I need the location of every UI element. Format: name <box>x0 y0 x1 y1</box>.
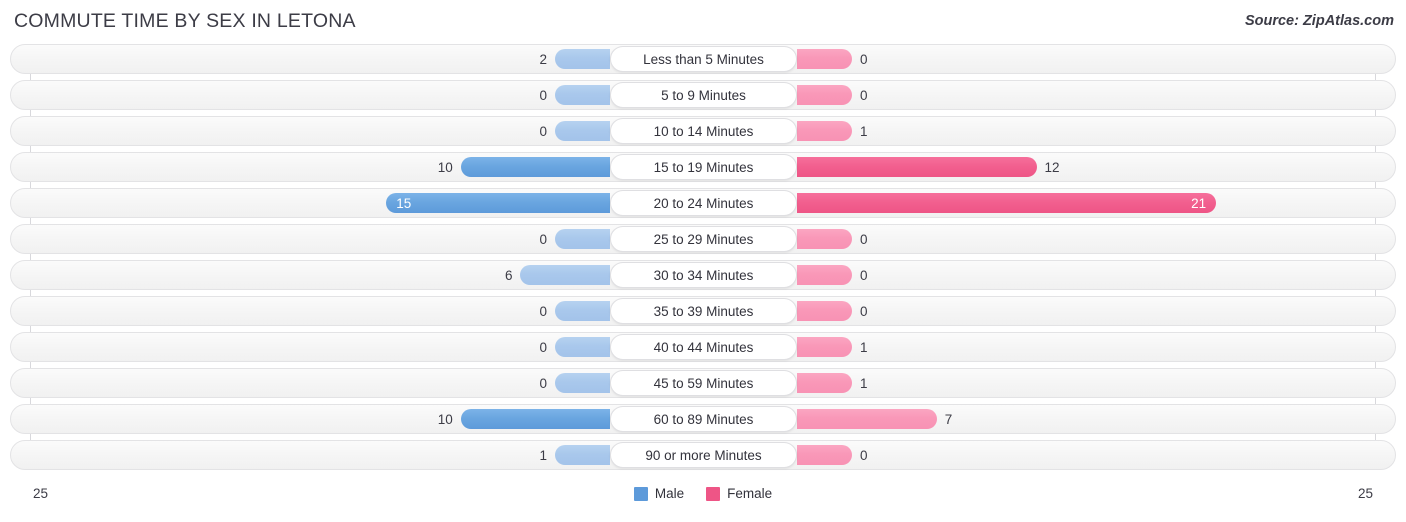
male-bar[interactable] <box>520 265 610 285</box>
female-value-label: 1 <box>860 340 868 355</box>
male-value-label: 2 <box>539 52 547 67</box>
category-label[interactable]: 20 to 24 Minutes <box>610 190 797 216</box>
male-value-label: 6 <box>504 268 513 283</box>
male-bar[interactable] <box>555 49 610 69</box>
male-value-label: 0 <box>539 304 547 319</box>
bar-row-bars: 0 0 5 to 9 Minutes <box>11 81 1395 109</box>
male-value-label: 0 <box>539 88 547 103</box>
category-label[interactable]: 60 to 89 Minutes <box>610 406 797 432</box>
legend-label: Female <box>727 486 773 501</box>
male-bar[interactable] <box>555 445 610 465</box>
male-bar[interactable] <box>460 157 610 177</box>
male-bar[interactable] <box>460 409 610 429</box>
female-bar[interactable] <box>797 49 852 69</box>
female-bar[interactable] <box>797 157 1037 177</box>
chart-footer: 25 25 Male Female <box>0 484 1406 522</box>
male-value-label: 10 <box>437 160 453 175</box>
male-value-label: 0 <box>539 124 547 139</box>
source-attribution: Source: ZipAtlas.com <box>1244 13 1394 29</box>
female-value-label: 1 <box>860 124 868 139</box>
bar-row-bars: 1 0 90 or more Minutes <box>11 441 1395 469</box>
female-bar[interactable] <box>797 373 852 393</box>
male-bar[interactable] <box>555 301 610 321</box>
bar-row-bars: 0 1 40 to 44 Minutes <box>11 333 1395 361</box>
female-bar[interactable] <box>797 265 852 285</box>
bar-rows: 2 0 Less than 5 Minutes 0 0 5 to 9 Minutes 0 1 1… <box>0 44 1406 476</box>
category-label[interactable]: 5 to 9 Minutes <box>610 82 797 108</box>
bar-row[interactable]: 0 0 35 to 39 Minutes <box>10 296 1396 326</box>
category-label[interactable]: 25 to 29 Minutes <box>610 226 797 252</box>
male-bar[interactable] <box>555 229 610 249</box>
male-bar[interactable] <box>555 373 610 393</box>
female-value-label: 0 <box>860 52 868 67</box>
category-label[interactable]: 10 to 14 Minutes <box>610 118 797 144</box>
bar-row-bars: 10 12 15 to 19 Minutes <box>11 153 1395 181</box>
legend-item[interactable]: Female <box>706 486 772 501</box>
male-bar[interactable] <box>386 193 610 213</box>
female-bar[interactable] <box>797 409 937 429</box>
legend-swatch-icon <box>706 486 721 501</box>
male-value-label: 0 <box>539 340 547 355</box>
bar-row[interactable]: 2 0 Less than 5 Minutes <box>10 44 1396 74</box>
male-bar[interactable] <box>555 337 610 357</box>
male-bar[interactable] <box>555 85 610 105</box>
category-label[interactable]: 90 or more Minutes <box>610 442 797 468</box>
bar-row[interactable]: 0 0 25 to 29 Minutes <box>10 224 1396 254</box>
male-value-label: 10 <box>437 412 453 427</box>
category-label[interactable]: 35 to 39 Minutes <box>610 298 797 324</box>
female-value-label: 7 <box>944 412 953 427</box>
male-bar[interactable] <box>555 121 610 141</box>
female-bar[interactable] <box>797 229 852 249</box>
bar-row[interactable]: 10 7 60 to 89 Minutes <box>10 404 1396 434</box>
male-value-label: 0 <box>539 376 547 391</box>
female-value-label: 0 <box>860 268 868 283</box>
female-value-label: 0 <box>860 232 868 247</box>
female-value-label: 1 <box>860 376 868 391</box>
female-bar[interactable] <box>797 121 852 141</box>
female-bar[interactable] <box>797 193 1217 213</box>
bar-row-bars: 0 0 35 to 39 Minutes <box>11 297 1395 325</box>
bar-row[interactable]: 10 12 15 to 19 Minutes <box>10 152 1396 182</box>
bar-row[interactable]: 15 21 20 to 24 Minutes <box>10 188 1396 218</box>
bar-row-bars: 10 7 60 to 89 Minutes <box>11 405 1395 433</box>
legend-swatch-icon <box>633 486 648 501</box>
female-bar[interactable] <box>797 337 852 357</box>
female-value-label: 21 <box>1191 196 1207 211</box>
bar-row[interactable]: 0 1 40 to 44 Minutes <box>10 332 1396 362</box>
category-label[interactable]: 45 to 59 Minutes <box>610 370 797 396</box>
chart-plot-area: 2 0 Less than 5 Minutes 0 0 5 to 9 Minutes 0 1 1… <box>0 44 1406 484</box>
female-value-label: 12 <box>1044 160 1060 175</box>
female-bar[interactable] <box>797 85 852 105</box>
bar-row[interactable]: 0 1 10 to 14 Minutes <box>10 116 1396 146</box>
bar-row-bars: 0 0 25 to 29 Minutes <box>11 225 1395 253</box>
bar-row-bars: 0 1 45 to 59 Minutes <box>11 369 1395 397</box>
category-label[interactable]: 15 to 19 Minutes <box>610 154 797 180</box>
female-value-label: 0 <box>860 304 868 319</box>
category-label[interactable]: 30 to 34 Minutes <box>610 262 797 288</box>
male-value-label: 0 <box>539 232 547 247</box>
male-value-label: 1 <box>539 448 547 463</box>
bar-row-bars: 15 21 20 to 24 Minutes <box>11 189 1395 217</box>
female-bar[interactable] <box>797 301 852 321</box>
bar-row[interactable]: 0 0 5 to 9 Minutes <box>10 80 1396 110</box>
legend-item[interactable]: Male <box>633 486 685 501</box>
page-title: COMMUTE TIME BY SEX IN LETONA <box>14 10 356 32</box>
bar-row-bars: 2 0 Less than 5 Minutes <box>11 45 1395 73</box>
female-value-label: 0 <box>860 448 868 463</box>
bar-row[interactable]: 0 1 45 to 59 Minutes <box>10 368 1396 398</box>
female-value-label: 0 <box>860 88 868 103</box>
female-bar[interactable] <box>797 445 852 465</box>
legend-label: Male <box>654 486 685 501</box>
chart-legend: Male Female <box>0 486 1406 501</box>
category-label[interactable]: 40 to 44 Minutes <box>610 334 797 360</box>
bar-row-bars: 0 1 10 to 14 Minutes <box>11 117 1395 145</box>
bar-row-bars: 6 0 30 to 34 Minutes <box>11 261 1395 289</box>
category-label[interactable]: Less than 5 Minutes <box>610 46 797 72</box>
bar-row[interactable]: 1 0 90 or more Minutes <box>10 440 1396 470</box>
chart-header: COMMUTE TIME BY SEX IN LETONA Source: Zi… <box>0 0 1406 44</box>
bar-row[interactable]: 6 0 30 to 34 Minutes <box>10 260 1396 290</box>
male-value-label: 15 <box>396 196 412 211</box>
